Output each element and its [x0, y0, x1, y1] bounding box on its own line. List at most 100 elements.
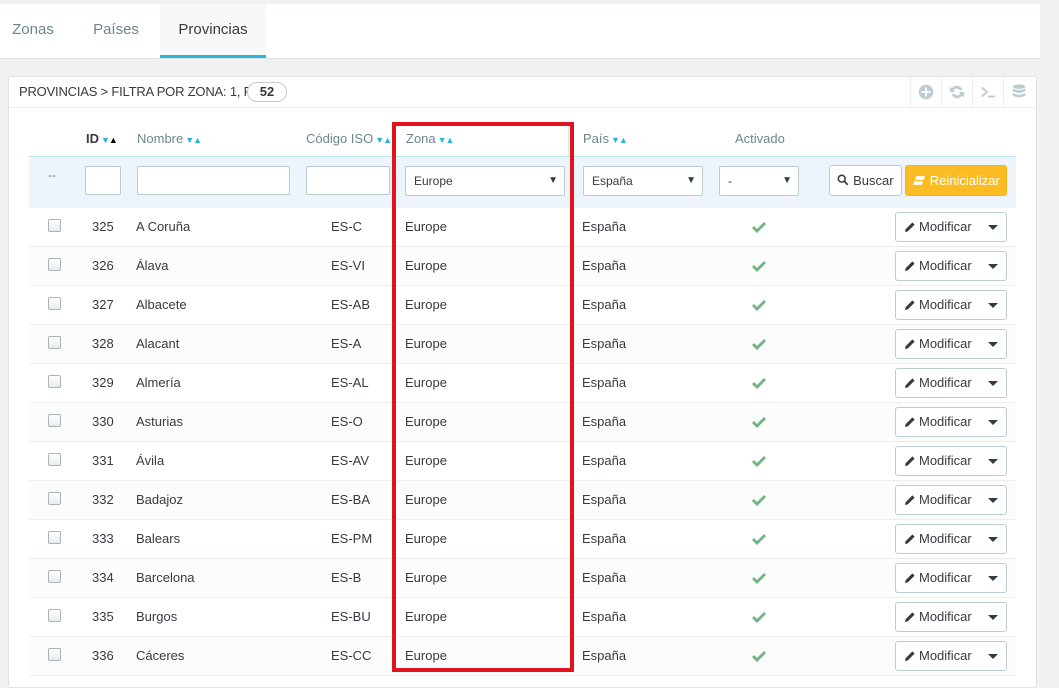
table-row[interactable]: 327 Albacete ES-AB Europe España Modific… — [29, 286, 1016, 325]
edit-button[interactable]: Modificar — [895, 485, 1007, 515]
sort-arrows-icon[interactable]: ▼▲ — [375, 135, 392, 145]
edit-button[interactable]: Modificar — [895, 602, 1007, 632]
check-icon[interactable] — [752, 572, 766, 584]
check-icon[interactable] — [752, 650, 766, 662]
edit-button[interactable]: Modificar — [895, 251, 1007, 281]
table-row[interactable]: 333 Balears ES-PM Europe España Modifica… — [29, 520, 1016, 559]
edit-button[interactable]: Modificar — [895, 368, 1007, 398]
chevron-down-icon[interactable] — [988, 576, 998, 581]
col-header-country[interactable]: País ▼▲ — [583, 131, 628, 146]
row-checkbox[interactable] — [48, 258, 61, 271]
edit-button[interactable]: Modificar — [895, 212, 1007, 242]
tab-provincias[interactable]: Provincias — [160, 4, 266, 58]
sql-terminal-icon[interactable] — [972, 77, 1003, 107]
filter-id-input[interactable] — [85, 166, 121, 195]
chevron-down-icon[interactable] — [988, 342, 998, 347]
table-row[interactable]: 334 Barcelona ES-B Europe España Modific… — [29, 559, 1016, 598]
row-checkbox[interactable] — [48, 336, 61, 349]
check-icon[interactable] — [752, 533, 766, 545]
chevron-down-icon[interactable] — [988, 459, 998, 464]
row-checkbox[interactable] — [48, 297, 61, 310]
sort-arrows-icon[interactable]: ▼▲ — [611, 135, 628, 145]
table-row[interactable]: 335 Burgos ES-BU Europe España Modificar — [29, 598, 1016, 637]
check-icon[interactable] — [752, 377, 766, 389]
bulk-actions-label[interactable]: -- — [48, 168, 56, 182]
chevron-down-icon[interactable] — [988, 303, 998, 308]
chevron-down-icon[interactable] — [988, 420, 998, 425]
tab-zonas[interactable]: Zonas — [0, 4, 66, 58]
check-icon[interactable] — [752, 299, 766, 311]
col-header-iso[interactable]: Código ISO ▼▲ — [306, 131, 392, 146]
search-button[interactable]: Buscar — [829, 165, 902, 196]
edit-button[interactable]: Modificar — [895, 407, 1007, 437]
check-icon[interactable] — [752, 611, 766, 623]
check-icon[interactable] — [752, 221, 766, 233]
reset-button[interactable]: Reinicializar — [905, 165, 1007, 196]
chevron-down-icon[interactable] — [988, 615, 998, 620]
table-row[interactable]: 329 Almería ES-AL Europe España Modifica… — [29, 364, 1016, 403]
row-id: 330 — [92, 414, 114, 429]
check-icon[interactable] — [752, 338, 766, 350]
pencil-icon — [905, 573, 915, 583]
row-checkbox[interactable] — [48, 648, 61, 661]
refresh-icon[interactable] — [941, 77, 972, 107]
table-row[interactable]: 332 Badajoz ES-BA Europe España Modifica… — [29, 481, 1016, 520]
edit-button[interactable]: Modificar — [895, 524, 1007, 554]
row-id: 336 — [92, 648, 114, 663]
table-row[interactable]: 325 A Coruña ES-C Europe España Modifica… — [29, 208, 1016, 247]
sort-arrows-icon[interactable]: ▼▲ — [185, 135, 202, 145]
col-header-id[interactable]: ID ▼▲ — [86, 131, 118, 146]
row-id: 332 — [92, 492, 114, 507]
dropdown-arrow-icon: ▼ — [686, 175, 696, 186]
database-icon[interactable] — [1003, 77, 1034, 107]
filter-row: -- Europe ▼ España ▼ - ▼ Buscar Reinicializ… — [29, 156, 1016, 210]
add-icon[interactable] — [910, 77, 941, 107]
row-checkbox[interactable] — [48, 492, 61, 505]
edit-button[interactable]: Modificar — [895, 290, 1007, 320]
tab-paises[interactable]: Países — [82, 4, 150, 58]
row-checkbox[interactable] — [48, 609, 61, 622]
table-row[interactable]: 331 Ávila ES-AV Europe España Modificar — [29, 442, 1016, 481]
edit-button[interactable]: Modificar — [895, 329, 1007, 359]
sort-arrows-icon[interactable]: ▼▲ — [101, 135, 118, 145]
filter-country-select[interactable]: España ▼ — [583, 166, 703, 196]
filter-zone-select[interactable]: Europe ▼ — [405, 166, 565, 196]
row-iso: ES-C — [331, 219, 363, 234]
check-icon[interactable] — [752, 494, 766, 506]
dropdown-arrow-icon: ▼ — [548, 175, 558, 186]
row-checkbox[interactable] — [48, 219, 61, 232]
table-row[interactable]: 330 Asturias ES-O Europe España Modifica… — [29, 403, 1016, 442]
edit-button[interactable]: Modificar — [895, 446, 1007, 476]
chevron-down-icon[interactable] — [988, 225, 998, 230]
row-checkbox[interactable] — [48, 414, 61, 427]
row-checkbox[interactable] — [48, 531, 61, 544]
row-name: Asturias — [136, 414, 183, 429]
check-icon[interactable] — [752, 455, 766, 467]
row-checkbox[interactable] — [48, 570, 61, 583]
filter-name-input[interactable] — [137, 166, 290, 195]
col-header-name[interactable]: Nombre ▼▲ — [137, 131, 202, 146]
row-name: Barcelona — [136, 570, 195, 585]
chevron-down-icon[interactable] — [988, 537, 998, 542]
table-row[interactable]: 326 Álava ES-VI Europe España Modificar — [29, 247, 1016, 286]
filter-active-select[interactable]: - ▼ — [719, 166, 799, 196]
table-row[interactable]: 328 Alacant ES-A Europe España Modificar — [29, 325, 1016, 364]
chevron-down-icon[interactable] — [988, 264, 998, 269]
chevron-down-icon[interactable] — [988, 381, 998, 386]
table-row[interactable]: 336 Cáceres ES-CC Europe España Modifica… — [29, 637, 1016, 676]
row-id: 327 — [92, 297, 114, 312]
row-id: 333 — [92, 531, 114, 546]
filter-iso-input[interactable] — [306, 166, 390, 195]
chevron-down-icon[interactable] — [988, 498, 998, 503]
row-checkbox[interactable] — [48, 453, 61, 466]
row-checkbox[interactable] — [48, 375, 61, 388]
row-name: Burgos — [136, 609, 178, 624]
chevron-down-icon[interactable] — [988, 654, 998, 659]
edit-button[interactable]: Modificar — [895, 641, 1007, 671]
sort-arrows-icon[interactable]: ▼▲ — [438, 135, 455, 145]
check-icon[interactable] — [752, 416, 766, 428]
check-icon[interactable] — [752, 260, 766, 272]
row-country: España — [582, 570, 627, 585]
col-header-zone[interactable]: Zona ▼▲ — [406, 131, 455, 146]
edit-button[interactable]: Modificar — [895, 563, 1007, 593]
